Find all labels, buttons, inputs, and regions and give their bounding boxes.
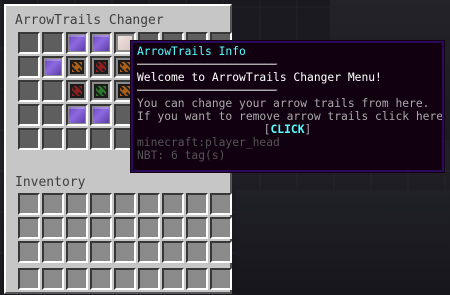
inventory-slot[interactable] — [90, 241, 112, 263]
inventory-slot[interactable] — [162, 217, 184, 239]
tooltip-line: You can change your arrow trails from he… — [137, 97, 430, 110]
trail-head-icon — [94, 84, 108, 98]
inventory-slot[interactable] — [186, 193, 208, 215]
trail-head-icon — [70, 84, 84, 98]
menu-slot[interactable] — [90, 32, 112, 54]
click-bracket-close: ] — [304, 123, 312, 136]
menu-slot[interactable] — [18, 80, 40, 102]
hotbar-slot[interactable] — [162, 268, 184, 290]
menu-slot[interactable] — [90, 56, 112, 78]
trail-head-icon — [94, 60, 108, 74]
inventory-slot[interactable] — [138, 217, 160, 239]
menu-slot[interactable] — [42, 80, 64, 102]
tooltip-click-row: [CLICK] — [137, 123, 438, 136]
inventory-slot[interactable] — [114, 241, 136, 263]
trail-head-icon — [118, 60, 132, 74]
hotbar-slot[interactable] — [18, 268, 40, 290]
item-tooltip: ArrowTrails Info ───────────────────────… — [130, 40, 445, 173]
inventory-slot[interactable] — [162, 241, 184, 263]
hotbar-slot[interactable] — [42, 268, 64, 290]
tooltip-welcome: Welcome to ArrowTrails Changer Menu! — [137, 71, 382, 84]
tooltip-item-id: minecraft:player_head — [137, 136, 280, 149]
menu-slot[interactable] — [66, 80, 88, 102]
inventory-title: Inventory — [15, 175, 86, 190]
menu-slot[interactable] — [90, 128, 112, 150]
purple-glass-pane-icon — [69, 35, 85, 51]
menu-slot[interactable] — [42, 32, 64, 54]
inventory-slot[interactable] — [42, 217, 64, 239]
inventory-slot[interactable] — [18, 241, 40, 263]
inventory-slot[interactable] — [186, 241, 208, 263]
menu-slot[interactable] — [18, 128, 40, 150]
purple-glass-pane-icon — [93, 35, 109, 51]
inventory-slot[interactable] — [114, 193, 136, 215]
purple-glass-pane-icon — [69, 107, 85, 123]
inventory-slot[interactable] — [114, 217, 136, 239]
menu-slot[interactable] — [66, 104, 88, 126]
inventory-slot[interactable] — [210, 241, 232, 263]
inventory-slot[interactable] — [90, 193, 112, 215]
inventory-slot[interactable] — [42, 193, 64, 215]
inventory-slot[interactable] — [42, 241, 64, 263]
inventory-slot[interactable] — [66, 241, 88, 263]
tooltip-nbt: NBT: 6 tag(s) — [137, 149, 226, 162]
inventory-slot[interactable] — [138, 193, 160, 215]
menu-slot[interactable] — [66, 128, 88, 150]
window-title: ArrowTrails Changer — [15, 13, 164, 28]
menu-slot[interactable] — [18, 104, 40, 126]
click-action[interactable]: CLICK — [270, 123, 304, 136]
inventory-slot[interactable] — [186, 217, 208, 239]
trail-head-icon — [118, 84, 132, 98]
tooltip-line: If you want to remove arrow trails click… — [137, 110, 444, 123]
hotbar-slot[interactable] — [90, 268, 112, 290]
hotbar-slot[interactable] — [138, 268, 160, 290]
inventory-slot[interactable] — [18, 193, 40, 215]
inventory-slot[interactable] — [210, 217, 232, 239]
inventory-slot[interactable] — [162, 193, 184, 215]
menu-slot[interactable] — [42, 128, 64, 150]
menu-slot[interactable] — [66, 56, 88, 78]
hotbar-slot[interactable] — [186, 268, 208, 290]
menu-slot[interactable] — [18, 32, 40, 54]
menu-slot[interactable] — [42, 104, 64, 126]
hotbar-slot[interactable] — [210, 268, 232, 290]
menu-slot[interactable] — [90, 80, 112, 102]
inventory-slot[interactable] — [66, 217, 88, 239]
inventory-slot-grid — [18, 193, 232, 263]
info-head-icon — [118, 36, 132, 50]
hotbar-slot[interactable] — [114, 268, 136, 290]
hotbar-slot[interactable] — [66, 268, 88, 290]
menu-slot[interactable] — [42, 56, 64, 78]
inventory-slot[interactable] — [210, 193, 232, 215]
purple-glass-pane-icon — [93, 107, 109, 123]
inventory-slot[interactable] — [138, 241, 160, 263]
inventory-slot[interactable] — [18, 217, 40, 239]
menu-slot[interactable] — [90, 104, 112, 126]
purple-glass-pane-icon — [45, 59, 61, 75]
tooltip-title: ArrowTrails Info — [137, 45, 246, 58]
world-block — [236, 190, 450, 295]
trail-head-icon — [70, 60, 84, 74]
tooltip-separator: ──────────────────────── — [137, 84, 277, 97]
inventory-slot[interactable] — [66, 193, 88, 215]
hotbar-slot-grid — [18, 268, 232, 290]
menu-slot[interactable] — [18, 56, 40, 78]
menu-slot[interactable] — [66, 32, 88, 54]
tooltip-separator: ──────────────────────── — [137, 58, 277, 71]
inventory-slot[interactable] — [90, 217, 112, 239]
